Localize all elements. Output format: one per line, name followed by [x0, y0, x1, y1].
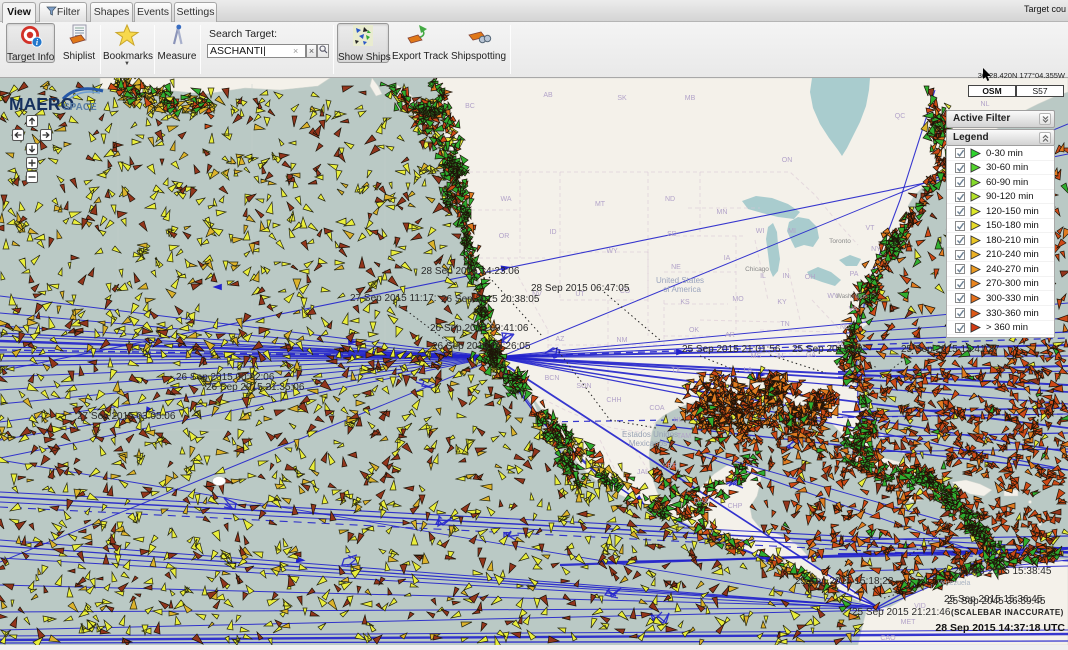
svg-text:28 Sep 2015 14:37:18 UTC: 28 Sep 2015 14:37:18 UTC: [935, 622, 1065, 634]
svg-text:MT: MT: [595, 201, 606, 208]
svg-text:WA: WA: [500, 196, 511, 203]
svg-text:CHP: CHP: [728, 503, 743, 510]
svg-text:NL: NL: [674, 417, 683, 424]
svg-text:CAO: CAO: [880, 635, 896, 642]
svg-text:NC: NC: [840, 324, 850, 331]
svg-text:United States: United States: [656, 276, 704, 285]
svg-text:NE: NE: [671, 264, 681, 271]
svg-text:VER: VER: [663, 463, 677, 470]
svg-text:CHH: CHH: [606, 397, 621, 404]
svg-text:of America: of America: [663, 285, 701, 294]
svg-text:(SCALEBAR INACCURATE): (SCALEBAR INACCURATE): [951, 608, 1064, 617]
svg-text:OR: OR: [499, 233, 510, 240]
svg-text:WY: WY: [606, 248, 618, 255]
svg-text:IN: IN: [783, 273, 790, 280]
svg-text:26 Sep 2015 05:26:05: 26 Sep 2015 05:26:05: [432, 341, 531, 352]
svg-text:MB: MB: [685, 95, 696, 102]
svg-text:JAL: JAL: [637, 469, 649, 476]
svg-text:MI: MI: [788, 228, 796, 235]
svg-text:LA: LA: [744, 367, 753, 374]
svg-text:Toronto: Toronto: [829, 238, 851, 245]
svg-text:26 Sep 2015 21:35:06: 26 Sep 2015 21:35:06: [206, 382, 305, 393]
svg-text:VT: VT: [866, 225, 876, 232]
svg-text:25 Sep 2015 19:: 25 Sep 2015 19:: [792, 344, 865, 355]
svg-text:NM: NM: [617, 337, 628, 344]
svg-text:WI: WI: [756, 228, 765, 235]
svg-text:OK: OK: [689, 327, 699, 334]
svg-text:NY: NY: [871, 246, 881, 253]
svg-text:AZ: AZ: [556, 336, 566, 343]
svg-text:SON: SON: [576, 383, 591, 390]
svg-text:SK: SK: [617, 95, 627, 102]
svg-text:28 Sep 2015 14:23:06: 28 Sep 2015 14:23:06: [421, 266, 520, 277]
svg-text:Estados Unidos: Estados Unidos: [622, 430, 678, 439]
svg-text:Washington: Washington: [836, 294, 867, 300]
svg-text:25 Sep 2015 15:18:22: 25 Sep 2015 15:18:22: [795, 576, 894, 587]
svg-text:Chicago: Chicago: [745, 266, 769, 273]
svg-text:26 Sep 2015 20:38:05: 26 Sep 2015 20:38:05: [441, 294, 540, 305]
svg-text:26 Sep 2015 09:41:06: 26 Sep 2015 09:41:06: [430, 323, 529, 334]
svg-text:25 Sep 2015 15:38:45: 25 Sep 2015 15:38:45: [953, 566, 1052, 577]
svg-text:AR: AR: [725, 332, 735, 339]
svg-text:BCN: BCN: [545, 375, 560, 382]
svg-text:QC: QC: [895, 113, 906, 120]
svg-text:IL: IL: [760, 273, 766, 280]
svg-text:VA: VA: [849, 306, 858, 313]
svg-text:IA: IA: [724, 255, 731, 262]
svg-text:25 Sep 2015 21:21:46: 25 Sep 2015 21:21:46: [852, 607, 951, 618]
svg-text:KS: KS: [680, 299, 690, 306]
svg-text:TN: TN: [780, 321, 789, 328]
svg-text:BC: BC: [465, 103, 475, 110]
svg-text:NL: NL: [981, 101, 990, 108]
svg-text:MO: MO: [732, 296, 744, 303]
svg-text:ND: ND: [665, 196, 675, 203]
svg-text:PA: PA: [850, 271, 859, 278]
svg-text:Mexicanos: Mexicanos: [629, 439, 667, 448]
svg-text:Venezuela: Venezuela: [938, 580, 971, 587]
svg-text:COA: COA: [649, 405, 665, 412]
svg-text:ID: ID: [550, 229, 557, 236]
svg-text:27 Sep 2015 11:17:: 27 Sep 2015 11:17:: [350, 293, 437, 304]
svg-text:AB: AB: [543, 92, 553, 99]
svg-text:27 Sep 2015 03:05:06: 27 Sep 2015 03:05:06: [77, 411, 176, 422]
svg-text:OH: OH: [805, 274, 816, 281]
svg-text:25 Sep 2045 36:59:45: 25 Sep 2045 36:59:45: [947, 596, 1046, 607]
svg-text:SD: SD: [667, 231, 677, 238]
svg-text:MET: MET: [901, 619, 917, 626]
svg-text:TX: TX: [672, 367, 681, 374]
svg-text:OAX: OAX: [694, 498, 709, 505]
svg-text:ON: ON: [782, 157, 793, 164]
svg-text:28 Sep 2015 06:47:05: 28 Sep 2015 06:47:05: [531, 283, 630, 294]
svg-text:SPACE: SPACE: [63, 102, 97, 113]
svg-text:MN: MN: [717, 209, 728, 216]
svg-text:TAM: TAM: [677, 433, 691, 440]
svg-text:25 Sep 2015 21:01:56: 25 Sep 2015 21:01:56: [682, 344, 781, 355]
svg-text:KY: KY: [777, 299, 787, 306]
svg-text:25 Sep 2015 15:41:37: 25 Sep 2015 15:41:37: [901, 344, 1000, 355]
